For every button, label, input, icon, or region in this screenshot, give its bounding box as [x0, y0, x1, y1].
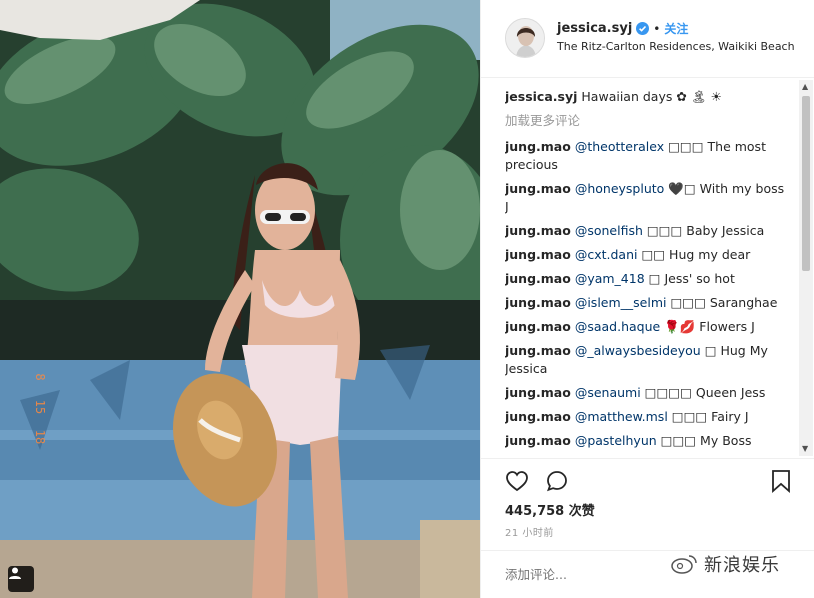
save-button[interactable]: [767, 467, 795, 495]
user-tag-icon: [9, 567, 21, 579]
comment-mention[interactable]: @saad.haque: [575, 319, 660, 334]
comments-scrollbar[interactable]: ▲ ▼: [799, 80, 813, 456]
comment-author[interactable]: jung.mao: [505, 343, 571, 358]
username-row: jessica.syj • 关注: [557, 20, 688, 37]
comment-author[interactable]: jung.mao: [505, 271, 571, 286]
comment-mention[interactable]: @sonelfish: [575, 223, 643, 238]
photo-illustration: [0, 0, 480, 598]
comment-mention[interactable]: @senaumi: [575, 385, 641, 400]
comment-button[interactable]: [543, 467, 571, 495]
scroll-up-arrow-icon[interactable]: ▲: [802, 82, 808, 91]
comment-text: □□□ Baby Jessica: [646, 223, 765, 238]
post-side-panel: jessica.syj • 关注 The Ritz-Carlton Reside…: [480, 0, 814, 598]
likes-count[interactable]: 445,758 次赞: [505, 500, 595, 519]
comment-author[interactable]: jung.mao: [505, 319, 571, 334]
post-header: jessica.syj • 关注 The Ritz-Carlton Reside…: [481, 0, 814, 78]
comment-item: jung.mao @theotteralex □□□ The most preci…: [505, 138, 791, 174]
caption-text: Hawaiian days ✿ 🏝 ☀: [581, 89, 722, 104]
comment-mention[interactable]: @honeyspluto: [575, 181, 664, 196]
watermark-text: 新浪娱乐: [704, 555, 780, 576]
scroll-down-arrow-icon[interactable]: ▼: [802, 444, 808, 453]
comment-item: jung.mao @honeyspluto 🖤□ With my boss J: [505, 180, 791, 216]
comment-item: jung.mao @sonelfish □□□ Baby Jessica: [505, 222, 791, 240]
comment-bubble-icon: [547, 471, 567, 492]
comment-author[interactable]: jung.mao: [505, 409, 571, 424]
comment-item: jung.mao @pastelhyun □□□ My Boss: [505, 432, 791, 450]
comment-author[interactable]: jung.mao: [505, 247, 571, 262]
post-photo[interactable]: 8 15 18: [0, 0, 480, 598]
comment-mention[interactable]: @islem__selmi: [575, 295, 667, 310]
verified-badge-icon: [636, 22, 650, 35]
caption-author[interactable]: jessica.syj: [505, 89, 577, 104]
avatar-image: [506, 19, 544, 57]
avatar[interactable]: [505, 18, 545, 58]
comment-author[interactable]: jung.mao: [505, 295, 571, 310]
weibo-logo-icon: [671, 555, 697, 574]
comment-mention[interactable]: @matthew.msl: [575, 409, 668, 424]
comment-author[interactable]: jung.mao: [505, 181, 571, 196]
load-more-comments-button[interactable]: 加载更多评论: [505, 112, 791, 130]
comment-text: □□□□ Queen Jess: [644, 385, 766, 400]
user-tag-button[interactable]: [8, 566, 34, 592]
comments-list[interactable]: jessica.syj Hawaiian days ✿ 🏝 ☀ 加载更多评论 ju…: [505, 88, 791, 458]
comment-text: □□□ My Boss: [660, 433, 752, 448]
comment-text: □□ Hug my dear: [641, 247, 751, 262]
comment-item: jung.mao @senaumi □□□□ Queen Jess: [505, 384, 791, 402]
comment-author[interactable]: jung.mao: [505, 223, 571, 238]
username-link[interactable]: jessica.syj: [557, 21, 632, 36]
like-button[interactable]: [503, 467, 531, 495]
scrollbar-thumb[interactable]: [802, 96, 810, 271]
comment-item: jung.mao @cxt.dani □□ Hug my dear: [505, 246, 791, 264]
comment-text: □ Jess' so hot: [648, 271, 735, 286]
post-timestamp[interactable]: 21 小时前: [505, 524, 554, 539]
comment-item: jung.mao @yam_418 □ Jess' so hot: [505, 270, 791, 288]
comment-author[interactable]: jung.mao: [505, 139, 571, 154]
heart-icon: [506, 471, 528, 492]
comment-item: jung.mao @_alwaysbesideyou □ Hug My Jessi…: [505, 342, 791, 378]
comment-item: jung.mao @matthew.msl □□□ Fairy J: [505, 408, 791, 426]
comment-mention[interactable]: @_alwaysbesideyou: [575, 343, 701, 358]
comment-mention[interactable]: @pastelhyun: [575, 433, 657, 448]
comment-item: jung.mao @islem__selmi □□□ Saranghae: [505, 294, 791, 312]
comment-mention[interactable]: @yam_418: [575, 271, 645, 286]
comment-author[interactable]: jung.mao: [505, 385, 571, 400]
photo-date-stamp: 8 15 18: [33, 373, 47, 445]
comment-mention[interactable]: @theotteralex: [575, 139, 664, 154]
separator-dot: •: [653, 21, 661, 36]
bookmark-icon: [772, 470, 790, 493]
caption: jessica.syj Hawaiian days ✿ 🏝 ☀: [505, 88, 791, 106]
comment-text: □□□ Fairy J: [671, 409, 749, 424]
comment-item: jung.mao @saad.haque 🌹💋 Flowers J: [505, 318, 791, 336]
location-link[interactable]: The Ritz-Carlton Residences, Waikiki Bea…: [557, 40, 795, 53]
comment-text: 🌹💋 Flowers J: [664, 319, 755, 334]
follow-button[interactable]: 关注: [664, 20, 688, 37]
watermark: 新浪娱乐: [670, 551, 780, 577]
comment-author[interactable]: jung.mao: [505, 433, 571, 448]
comment-mention[interactable]: @cxt.dani: [575, 247, 638, 262]
comment-text: □□□ Saranghae: [670, 295, 778, 310]
